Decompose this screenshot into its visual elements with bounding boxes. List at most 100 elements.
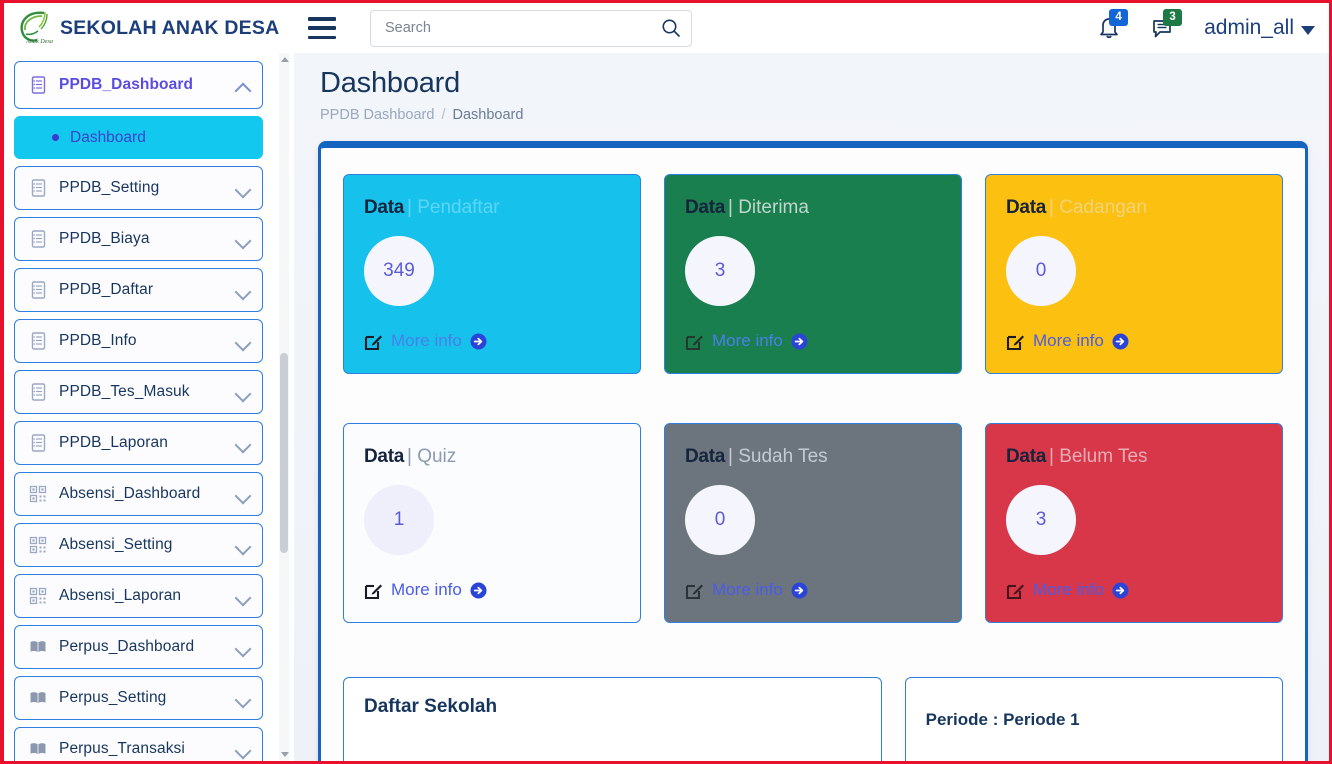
stat-card-title-main: Data [1006, 446, 1046, 467]
bottom-panels-row: Daftar Sekolah Periode : Periode 1 [321, 623, 1305, 761]
chevron-down-icon [236, 184, 250, 193]
sidebar-item-ppdb-tes-masuk[interactable]: PPDB_Tes_Masuk [14, 370, 263, 414]
stat-card-value: 349 [364, 236, 434, 306]
sidebar-item-absensi-setting[interactable]: Absensi_Setting [14, 523, 263, 567]
chevron-down-icon [236, 541, 250, 550]
sidebar-item-absensi-laporan[interactable]: Absensi_Laporan [14, 574, 263, 618]
edit-pencil-icon [1006, 332, 1025, 351]
stat-card-pendaftar[interactable]: Data | Pendaftar 349 More info [343, 174, 641, 374]
more-info-link[interactable]: More info [1006, 331, 1129, 351]
stat-card-value: 3 [1006, 485, 1076, 555]
arrow-right-circle-icon [1112, 582, 1129, 599]
breadcrumb-parent[interactable]: PPDB Dashboard [320, 107, 434, 123]
qr-code-icon [27, 585, 49, 607]
dashboard-panel: Data | Pendaftar 349 More info Data | Dite… [318, 141, 1308, 761]
search-box[interactable] [370, 9, 692, 47]
brand-title: SEKOLAH ANAK DESA [60, 16, 280, 39]
stat-card-subtitle: | Sudah Tes [727, 446, 828, 467]
sidebar-subitem-dashboard[interactable]: Dashboard [14, 116, 263, 159]
edit-pencil-icon [1006, 581, 1025, 600]
chevron-up-icon [236, 81, 250, 90]
topbar-actions: 4 3 admin_all [1096, 9, 1329, 43]
stat-card-title: Data | Pendaftar [364, 197, 620, 219]
sidebar-item-ppdb-dashboard[interactable]: PPDB_Dashboard [14, 61, 263, 109]
sidebar-item-label: PPDB_Dashboard [59, 76, 194, 93]
scroll-up-arrow-icon[interactable] [281, 57, 289, 62]
sidebar-item-label: Absensi_Laporan [59, 587, 182, 604]
stat-card-title-main: Data [364, 446, 404, 467]
more-info-link[interactable]: More info [364, 580, 487, 600]
more-info-link[interactable]: More info [685, 580, 808, 600]
sidebar-item-label: Perpus_Dashboard [59, 638, 195, 655]
user-menu[interactable]: admin_all [1204, 16, 1315, 40]
search-button[interactable] [651, 11, 691, 46]
more-info-label: More info [712, 580, 783, 599]
qr-code-icon [27, 534, 49, 556]
sidebar-scroll-thumb[interactable] [280, 353, 288, 553]
breadcrumb: PPDB Dashboard / Dashboard [320, 107, 1329, 123]
list-doc-icon [27, 177, 49, 199]
chevron-down-icon [1301, 25, 1315, 35]
stat-card-title-main: Data [685, 446, 725, 467]
stat-card-subtitle: | Quiz [406, 446, 457, 467]
stat-card-cadangan[interactable]: Data | Cadangan 0 More info [985, 174, 1283, 374]
edit-pencil-icon [685, 332, 704, 351]
stat-card-value: 0 [685, 485, 755, 555]
periode-panel: Periode : Periode 1 [904, 677, 1283, 761]
arrow-right-circle-icon [1112, 333, 1129, 350]
sidebar-item-ppdb-biaya[interactable]: PPDB_Biaya [14, 217, 263, 261]
sidebar-item-ppdb-daftar[interactable]: PPDB_Daftar [14, 268, 263, 312]
sidebar-item-label: PPDB_Laporan [59, 434, 168, 451]
hamburger-menu-icon[interactable] [308, 17, 336, 39]
user-name: admin_all [1204, 16, 1294, 39]
stat-card-quiz[interactable]: Data | Quiz 1 More info [343, 423, 641, 623]
stat-card-subtitle: | Diterima [727, 197, 809, 218]
sidebar-item-perpus-transaksi[interactable]: Perpus_Transaksi [14, 727, 263, 761]
sidebar-item-perpus-dashboard[interactable]: Perpus_Dashboard [14, 625, 263, 669]
stat-card-value: 3 [685, 236, 755, 306]
chevron-down-icon [236, 388, 250, 397]
stat-card-title-main: Data [685, 197, 725, 218]
list-doc-icon [27, 381, 49, 403]
more-info-label: More info [712, 331, 783, 350]
stat-card-diterima[interactable]: Data | Diterima 3 More info [664, 174, 962, 374]
notifications-button[interactable]: 4 [1096, 9, 1129, 43]
sidebar-item-ppdb-info[interactable]: PPDB_Info [14, 319, 263, 363]
main-content: Dashboard PPDB Dashboard / Dashboard Dat… [294, 53, 1329, 761]
chevron-down-icon [236, 745, 250, 754]
stat-card-sudah-tes[interactable]: Data | Sudah Tes 0 More info [664, 423, 962, 623]
sidebar-item-perpus-setting[interactable]: Perpus_Setting [14, 676, 263, 720]
stat-card-title: Data | Quiz [364, 446, 620, 468]
book-icon [27, 636, 49, 658]
chevron-down-icon [236, 490, 250, 499]
sidebar-item-label: PPDB_Info [59, 332, 137, 349]
anak-desa-logo-icon: Anak Desa [14, 9, 54, 47]
more-info-link[interactable]: More info [685, 331, 808, 351]
scroll-down-arrow-icon[interactable] [281, 752, 289, 757]
sidebar-item-ppdb-setting[interactable]: PPDB_Setting [14, 166, 263, 210]
chevron-down-icon [236, 439, 250, 448]
sidebar-item-label: Perpus_Setting [59, 689, 167, 706]
messages-button[interactable]: 3 [1150, 9, 1183, 43]
stat-card-title: Data | Diterima [685, 197, 941, 219]
chevron-down-icon [236, 592, 250, 601]
book-icon [27, 738, 49, 760]
stat-card-value: 0 [1006, 236, 1076, 306]
arrow-right-circle-icon [470, 582, 487, 599]
more-info-link[interactable]: More info [364, 331, 487, 351]
stat-card-title: Data | Cadangan [1006, 197, 1262, 219]
more-info-label: More info [1033, 331, 1104, 350]
chevron-down-icon [236, 235, 250, 244]
search-input[interactable] [371, 20, 651, 36]
chevron-down-icon [236, 286, 250, 295]
list-doc-icon [27, 74, 49, 96]
sidebar-item-absensi-dashboard[interactable]: Absensi_Dashboard [14, 472, 263, 516]
sidebar-item-label: Absensi_Dashboard [59, 485, 201, 502]
more-info-link[interactable]: More info [1006, 580, 1129, 600]
stat-card-title-main: Data [1006, 197, 1046, 218]
sidebar-item-label: PPDB_Daftar [59, 281, 154, 298]
top-navbar: Anak Desa SEKOLAH ANAK DESA 4 [4, 3, 1329, 53]
sidebar-scrollbar[interactable] [279, 53, 289, 761]
stat-card-belum-tes[interactable]: Data | Belum Tes 3 More info [985, 423, 1283, 623]
sidebar-item-ppdb-laporan[interactable]: PPDB_Laporan [14, 421, 263, 465]
